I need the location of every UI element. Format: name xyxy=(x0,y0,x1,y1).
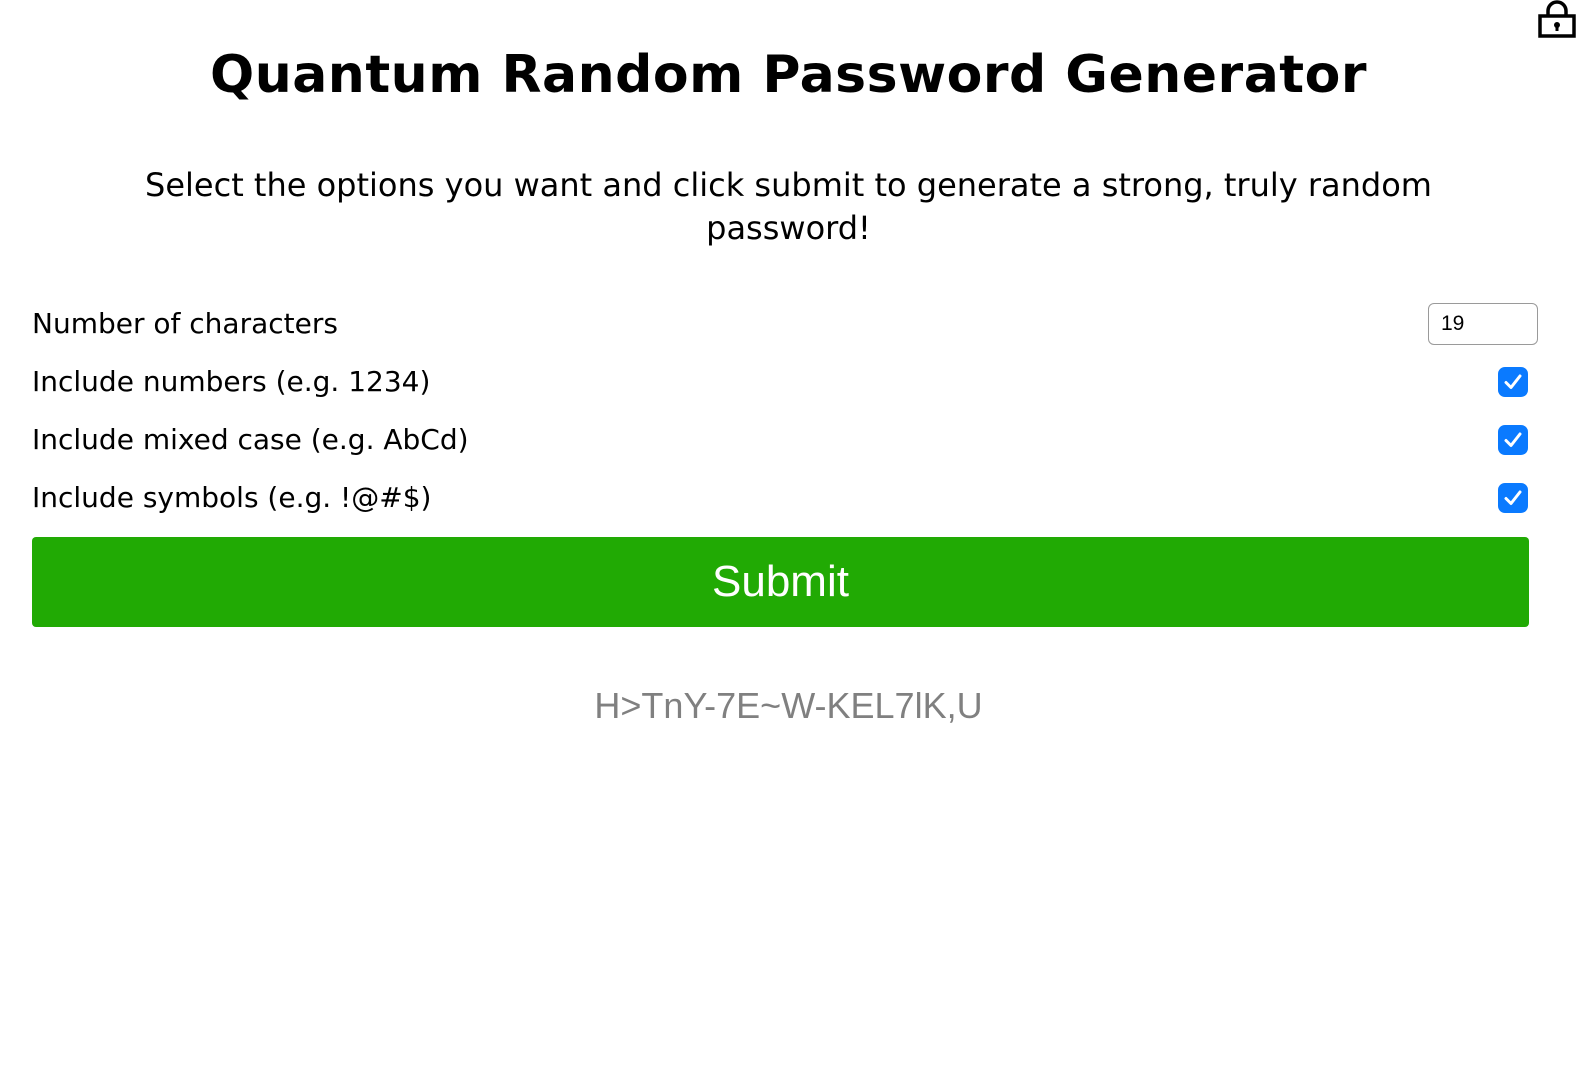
generated-password: H>TnY-7E~W-KEL7lK,U xyxy=(594,685,983,726)
symbols-checkbox[interactable] xyxy=(1498,483,1528,513)
submit-button[interactable]: Submit xyxy=(32,537,1529,627)
characters-input[interactable] xyxy=(1428,303,1538,345)
checkmark-icon xyxy=(1504,490,1522,505)
option-row-mixed-case: Include mixed case (e.g. AbCd) xyxy=(32,415,1538,465)
mixed-case-label: Include mixed case (e.g. AbCd) xyxy=(32,423,469,456)
option-row-numbers: Include numbers (e.g. 1234) xyxy=(32,357,1538,407)
page-subtitle: Select the options you want and click su… xyxy=(145,166,1432,247)
numbers-label: Include numbers (e.g. 1234) xyxy=(32,365,431,398)
numbers-checkbox[interactable] xyxy=(1498,367,1528,397)
mixed-case-checkbox[interactable] xyxy=(1498,425,1528,455)
lock-icon[interactable] xyxy=(1538,0,1576,40)
symbols-label: Include symbols (e.g. !@#$) xyxy=(32,481,432,514)
checkmark-icon xyxy=(1504,374,1522,389)
characters-label: Number of characters xyxy=(32,307,338,340)
checkmark-icon xyxy=(1504,432,1522,447)
page-title: Quantum Random Password Generator xyxy=(209,45,1368,105)
option-row-symbols: Include symbols (e.g. !@#$) xyxy=(32,473,1538,523)
option-row-characters: Number of characters xyxy=(32,299,1538,349)
